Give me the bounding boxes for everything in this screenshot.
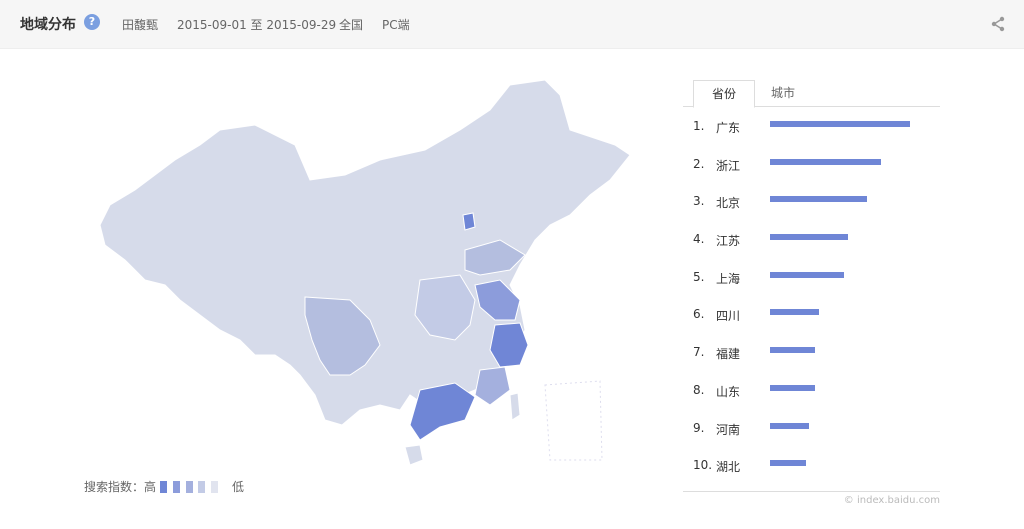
rank-name: 河南 [716, 422, 741, 437]
rank-bar [770, 271, 845, 278]
province-zhejiang [489, 322, 529, 368]
south-sea-inset [544, 380, 603, 461]
date-range: 2015-09-01 至 2015-09-29 [177, 18, 337, 32]
ranking-row: 6. 四川 [683, 298, 940, 336]
china-map[interactable] [80, 75, 640, 475]
island-hainan [404, 444, 424, 466]
ranking-tabs: 省份 城市 [683, 80, 940, 108]
ranking-list: 1. 广东 2. 浙江 3. 北京 4. 江苏 5. 上海 6. 四川 7. 福建 8. 山东 9. 河南 10. 湖… [683, 110, 940, 487]
rank-bar [770, 422, 810, 429]
help-icon[interactable]: ? [84, 14, 100, 30]
ranking-row: 3. 北京 [683, 185, 940, 223]
rank-name: 上海 [716, 271, 741, 286]
legend-swatch-3 [185, 481, 193, 493]
ranking-row: 7. 福建 [683, 336, 940, 374]
legend-swatch-1 [159, 481, 167, 493]
rank-bar [770, 196, 867, 203]
rank-index: 9. [693, 420, 705, 435]
rank-bar [770, 158, 881, 165]
province-fujian [474, 366, 511, 406]
rank-index: 6. [693, 307, 705, 322]
ranking-row: 1. 广东 [683, 110, 940, 148]
rank-index: 3. [693, 194, 705, 209]
island-taiwan [509, 392, 521, 421]
legend-low: 低 [231, 480, 244, 494]
rank-name: 湖北 [716, 460, 741, 475]
rank-bar [770, 347, 815, 354]
rank-name: 广东 [716, 121, 741, 135]
rank-index: 1. [693, 119, 705, 133]
credit-text: © index.baidu.com [843, 495, 940, 506]
rank-bar [770, 121, 910, 127]
ranking-row: 2. 浙江 [683, 148, 940, 186]
platform-label: PC端 [382, 18, 410, 32]
rank-index: 7. [693, 345, 705, 360]
rank-name: 福建 [716, 347, 741, 362]
legend-label: 搜索指数：高 [84, 480, 157, 494]
share-icon[interactable] [990, 16, 1006, 32]
rank-index: 10. [693, 458, 713, 473]
rank-name: 江苏 [716, 234, 741, 249]
province-guangdong [409, 382, 476, 441]
tab-province[interactable]: 省份 [693, 80, 755, 108]
rank-bar [770, 460, 807, 467]
rank-name: 浙江 [716, 158, 741, 173]
map-legend: 搜索指数：高 低 [84, 478, 244, 495]
rank-bar [770, 384, 815, 391]
map-base [99, 79, 631, 426]
rank-name: 山东 [716, 384, 741, 399]
rank-index: 4. [693, 232, 705, 247]
rank-bar [770, 309, 819, 316]
ranking-divider [683, 491, 940, 492]
ranking-row: 8. 山东 [683, 374, 940, 412]
region-label: 全国 [339, 18, 364, 32]
province-beijing [462, 212, 476, 231]
section-title: 地域分布 [20, 17, 76, 33]
ranking-row: 5. 上海 [683, 261, 940, 299]
rank-name: 四川 [716, 309, 741, 324]
rank-index: 2. [693, 156, 705, 171]
header-bar: 地域分布 ? 田馥甄 2015-09-01 至 2015-09-29 全国 PC… [0, 0, 1024, 49]
legend-swatch-4 [198, 481, 206, 493]
legend-swatch-5 [211, 481, 219, 493]
keyword-label: 田馥甄 [122, 18, 159, 32]
rank-index: 5. [693, 269, 705, 284]
rank-bar [770, 234, 849, 241]
tab-city[interactable]: 城市 [763, 80, 803, 106]
legend-swatch-2 [172, 481, 180, 493]
ranking-row: 10. 湖北 [683, 449, 940, 487]
rank-index: 8. [693, 382, 705, 397]
ranking-row: 9. 河南 [683, 412, 940, 450]
rank-name: 北京 [716, 196, 741, 211]
ranking-row: 4. 江苏 [683, 223, 940, 261]
